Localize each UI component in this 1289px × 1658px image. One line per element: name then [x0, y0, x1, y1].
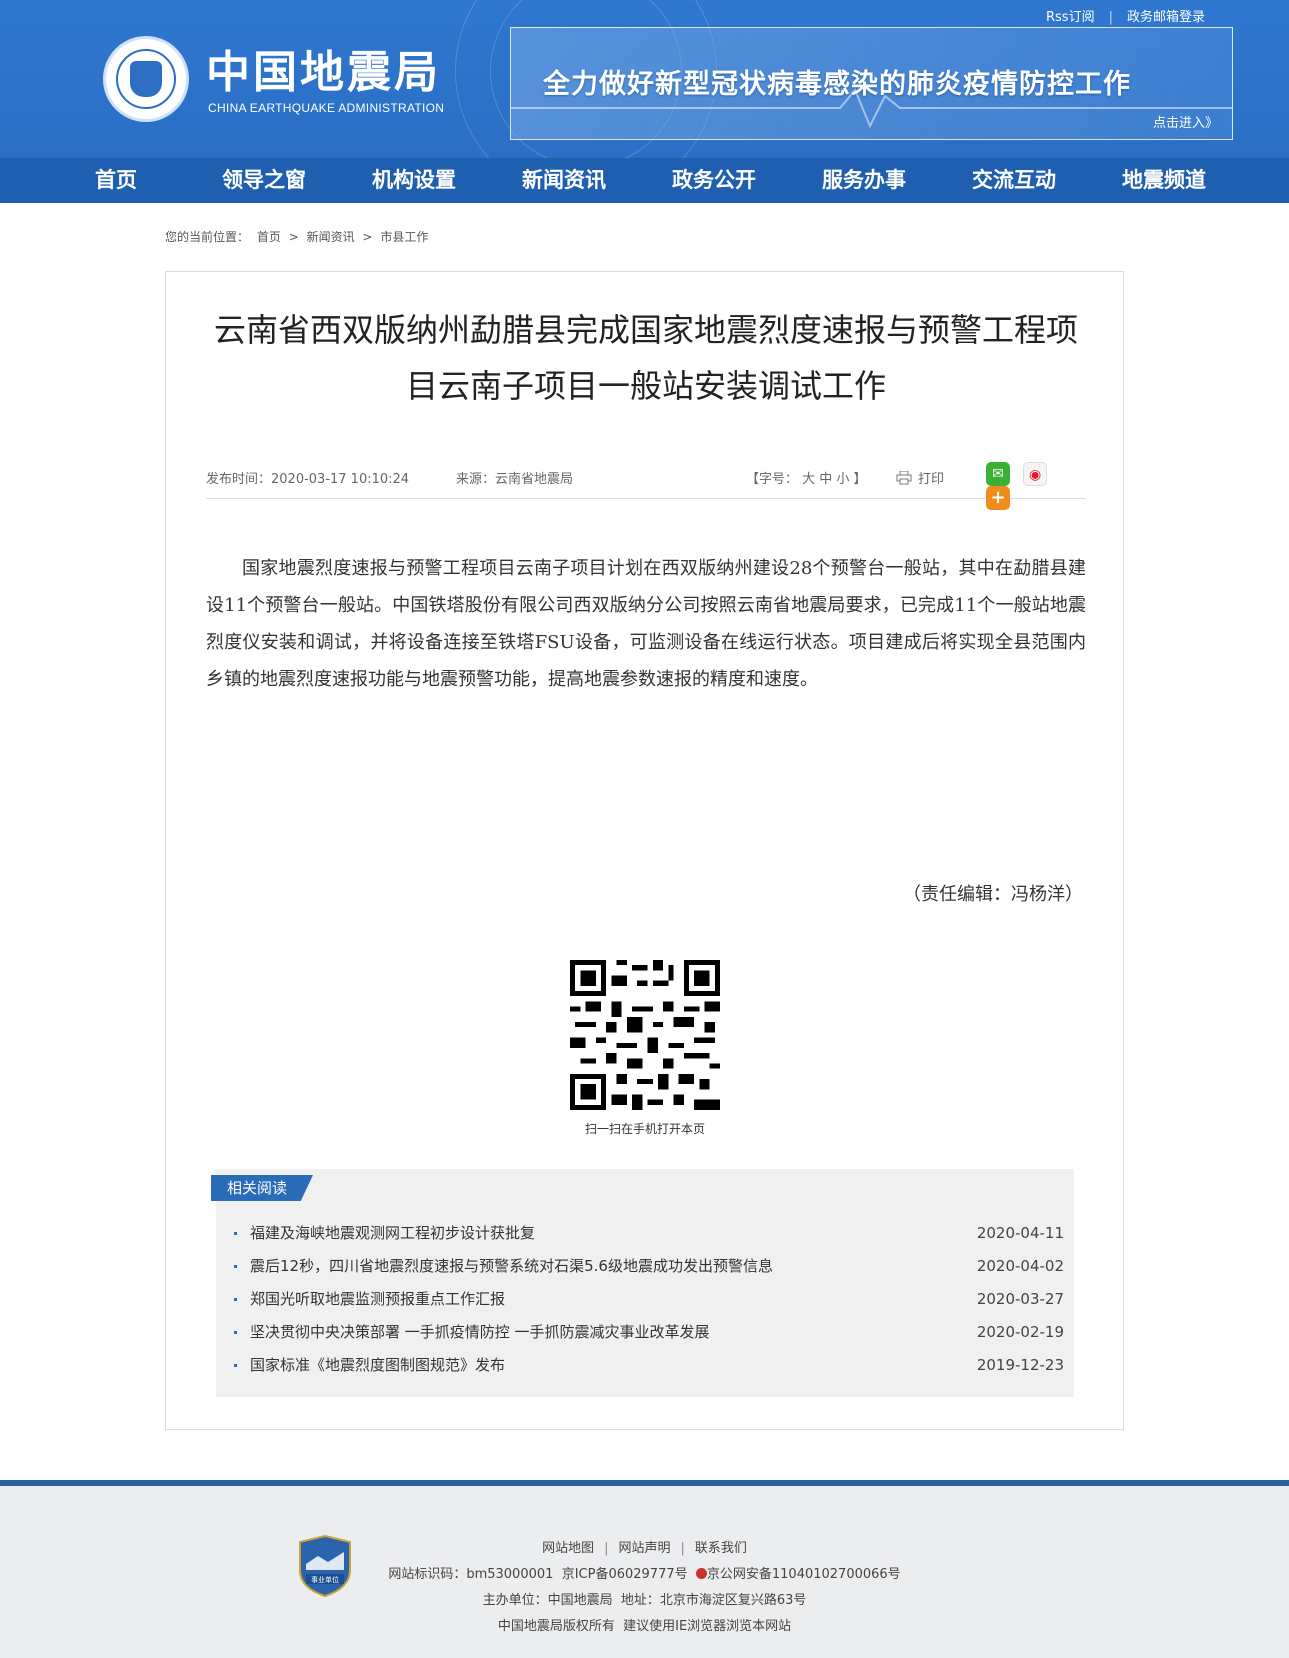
site-header: 中国地震局 CHINA EARTHQUAKE ADMINISTRATION Rs…: [0, 0, 1289, 158]
related-title[interactable]: 国家标准《地震烈度图制图规范》发布: [250, 1349, 505, 1382]
article-source: 来源：云南省地震局: [456, 472, 574, 487]
logo-english-name: CHINA EARTHQUAKE ADMINISTRATION: [208, 101, 445, 115]
related-list: 福建及海峡地震观测网工程初步设计获批复 2020-04-11 震后12秒，四川省地…: [234, 1217, 1064, 1382]
breadcrumb-home[interactable]: 首页: [257, 230, 281, 244]
list-item[interactable]: 郑国光听取地震监测预报重点工作汇报 2020-03-27: [234, 1283, 1064, 1316]
article-body: 国家地震烈度速报与预警工程项目云南子项目计划在西双版纳州建设28个预警台一般站，…: [206, 558, 1086, 690]
share-bar: ✉ ◉ +: [986, 462, 1086, 510]
related-date: 2020-02-19: [976, 1323, 1064, 1341]
browser-tip: 建议使用IE浏览器浏览本网站: [623, 1619, 792, 1634]
publish-time: 发布时间：2020-03-17 10:10:24: [206, 472, 410, 487]
footer-statement-link[interactable]: 网站声明: [618, 1541, 670, 1556]
footer-sitemap-link[interactable]: 网站地图: [542, 1541, 594, 1556]
related-date: 2019-12-23: [976, 1356, 1064, 1374]
related-reading-heading: 相关阅读: [211, 1175, 314, 1201]
more-share-icon[interactable]: +: [986, 486, 1010, 510]
nav-home[interactable]: 首页: [95, 158, 137, 203]
related-date: 2020-04-02: [976, 1257, 1064, 1275]
related-date: 2020-04-11: [976, 1224, 1064, 1242]
main-nav: 首页 领导之窗 机构设置 新闻资讯 政务公开 服务办事 交流互动 地震频道: [0, 158, 1289, 203]
related-title[interactable]: 震后12秒，四川省地震烈度速报与预警系统对石渠5.6级地震成功发出预警信息: [250, 1250, 773, 1283]
nav-services[interactable]: 服务办事: [822, 158, 906, 203]
nav-organization[interactable]: 机构设置: [372, 158, 456, 203]
nav-leaders[interactable]: 领导之窗: [222, 158, 306, 203]
qr-caption: 扫一扫在手机打开本页: [584, 1122, 705, 1136]
weibo-icon[interactable]: ◉: [1023, 462, 1048, 486]
police-badge-icon: [695, 1568, 707, 1579]
earthquake-administration-emblem-icon[interactable]: [103, 36, 189, 122]
breadcrumb-sep: >: [288, 230, 299, 244]
print-label: 打印: [918, 472, 945, 487]
site-code: 网站标识码：bm53000001: [388, 1567, 554, 1582]
breadcrumb-county-work[interactable]: 市县工作: [380, 230, 428, 244]
list-item[interactable]: 福建及海峡地震观测网工程初步设计获批复 2020-04-11: [234, 1217, 1064, 1250]
address: 地址：北京市海淀区复兴路63号: [620, 1593, 807, 1608]
nav-news[interactable]: 新闻资讯: [522, 158, 606, 203]
footer-info: 网站地图 | 网站声明 | 联系我们 网站标识码：bm53000001 京ICP备060…: [388, 1541, 901, 1634]
font-size-switcher[interactable]: 【字号： 大 中 小 】: [746, 468, 867, 487]
rss-link[interactable]: Rss订阅: [1046, 10, 1095, 25]
breadcrumb: 您的当前位置： 首页 > 新闻资讯 > 市县工作: [165, 228, 432, 245]
nav-interaction[interactable]: 交流互动: [972, 158, 1056, 203]
nav-earthquake-channel[interactable]: 地震频道: [1122, 158, 1206, 203]
logo-chinese-name[interactable]: 中国地震局: [206, 48, 441, 98]
article-meta: 发布时间：2020-03-17 10:10:24 来源：云南省地震局 【字号： …: [206, 462, 1086, 510]
gov-mail-login-link[interactable]: 政务邮箱登录: [1127, 10, 1205, 25]
wechat-icon[interactable]: ✉: [986, 462, 1010, 486]
breadcrumb-news[interactable]: 新闻资讯: [307, 230, 355, 244]
related-title[interactable]: 坚决贯彻中央决策部署 一手抓疫情防控 一手抓防震减灾事业改革发展: [250, 1316, 710, 1349]
related-date: 2020-03-27: [976, 1290, 1064, 1308]
icp-link[interactable]: 京ICP备06029777号: [562, 1567, 688, 1582]
related-title[interactable]: 福建及海峡地震观测网工程初步设计获批复: [250, 1217, 535, 1250]
banner-title: 全力做好新型冠状病毒感染的肺炎疫情防控工作: [543, 69, 1131, 100]
related-title[interactable]: 郑国光听取地震监测预报重点工作汇报: [250, 1283, 505, 1316]
related-reading-panel: 相关阅读 福建及海峡地震观测网工程初步设计获批复 2020-04-11 震后12秒…: [211, 1169, 1074, 1397]
article-container: 云南省西双版纳州勐腊县完成国家地震烈度速报与预警工程项目云南子项目一般站安装调试…: [165, 271, 1124, 1430]
breadcrumb-sep: >: [362, 230, 373, 244]
site-footer: 事业单位 网站地图 | 网站声明 | 联系我们 网站标识码：bm53000001 京IC…: [0, 1480, 1289, 1658]
responsible-editor: （责任编辑：冯杨洋）: [903, 884, 1083, 905]
epidemic-banner[interactable]: 全力做好新型冠状病毒感染的肺炎疫情防控工作 点击进入》: [510, 27, 1233, 140]
list-item[interactable]: 坚决贯彻中央决策部署 一手抓疫情防控 一手抓防震减灾事业改革发展 2020-02-…: [234, 1316, 1064, 1349]
host-unit: 主办单位：中国地震局: [482, 1593, 613, 1608]
copyright: 中国地震局版权所有: [497, 1619, 615, 1634]
police-record-link[interactable]: 京公网安备11040102700066号: [707, 1567, 901, 1582]
qr-code-icon: [570, 960, 720, 1110]
list-item[interactable]: 国家标准《地震烈度图制图规范》发布 2019-12-23: [234, 1349, 1064, 1382]
nav-gov-affairs[interactable]: 政务公开: [672, 158, 756, 203]
list-item[interactable]: 震后12秒，四川省地震烈度速报与预警系统对石渠5.6级地震成功发出预警信息 202…: [234, 1250, 1064, 1283]
banner-enter-link[interactable]: 点击进入》: [1153, 112, 1218, 131]
article-title: 云南省西双版纳州勐腊县完成国家地震烈度速报与预警工程项目云南子项目一般站安装调试…: [213, 311, 1078, 405]
footer-contact-link[interactable]: 联系我们: [695, 1541, 747, 1556]
print-button[interactable]: 打印: [896, 468, 944, 487]
breadcrumb-prefix: 您的当前位置：: [165, 230, 250, 244]
printer-icon: [896, 470, 912, 485]
top-links: Rss订阅 | 政务邮箱登录: [1046, 10, 1205, 25]
